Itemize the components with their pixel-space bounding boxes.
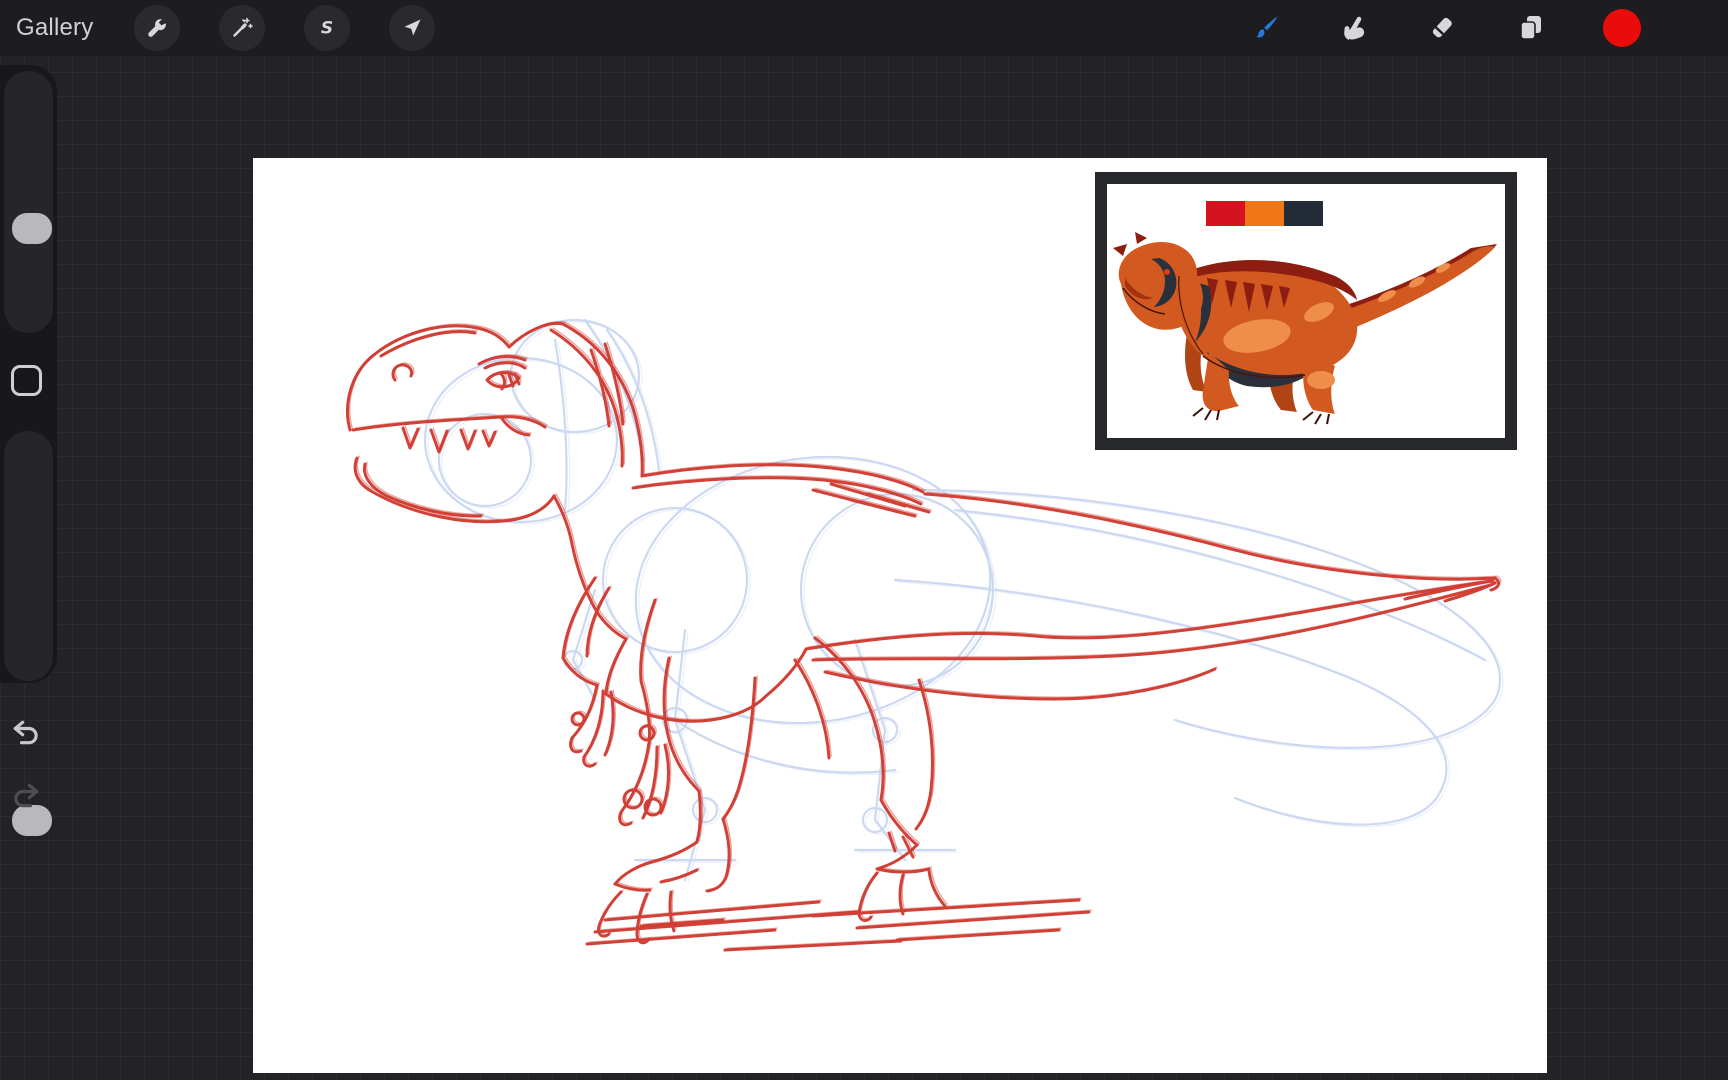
svg-text:S: S [321,19,333,39]
transform-button[interactable] [389,5,435,51]
color-swatch-dot [1602,8,1642,48]
procreate-workspace: Gallery S [0,0,1728,1080]
sidebar-slider-group [0,65,57,683]
palette-swatch-orange [1245,201,1284,226]
magic-wand-icon [230,16,254,40]
smudge-finger-icon [1337,12,1369,44]
adjustments-button[interactable] [219,5,265,51]
reference-illustration [1107,184,1505,438]
brush-size-slider[interactable] [4,71,53,333]
erase-tool-button[interactable] [1425,11,1459,45]
color-swatch-button[interactable] [1602,8,1642,48]
reference-color-palette [1206,201,1323,226]
layers-icon [1515,12,1547,44]
redo-button[interactable] [8,778,44,814]
opacity-slider[interactable] [4,431,53,681]
reference-dino-illustration [1113,232,1497,424]
palette-swatch-red [1206,201,1245,226]
reference-image-panel [1095,172,1517,450]
layers-button[interactable] [1514,11,1548,45]
modify-button[interactable] [11,365,42,396]
smudge-tool-button[interactable] [1336,11,1370,45]
actions-button[interactable] [134,5,180,51]
gallery-button[interactable]: Gallery [16,0,93,56]
paint-tool-button[interactable] [1248,11,1282,45]
undo-button[interactable] [8,715,44,751]
transform-arrow-icon [400,16,424,40]
redo-arrow-icon [8,778,44,814]
top-toolbar: Gallery S [0,0,1728,56]
paintbrush-icon [1249,12,1281,44]
eraser-icon [1426,12,1458,44]
wrench-icon [145,16,169,40]
selection-button[interactable]: S [304,5,350,51]
palette-swatch-navy [1284,201,1323,226]
undo-arrow-icon [8,715,44,751]
brush-size-handle[interactable] [12,213,52,244]
selection-s-icon: S [315,16,339,40]
